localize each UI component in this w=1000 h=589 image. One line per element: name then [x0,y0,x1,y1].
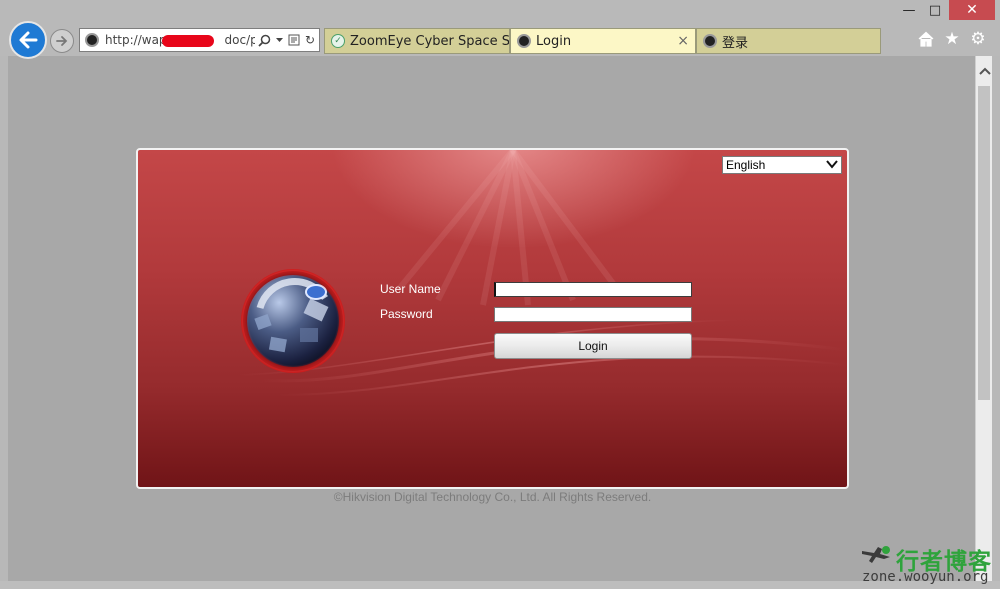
arrow-left-icon [19,31,38,49]
vertical-scrollbar[interactable] [975,56,992,581]
arrow-right-icon [56,36,68,46]
copyright-text: ©Hikvision Digital Technology Co., Ltd. … [333,490,652,504]
close-tab-icon[interactable]: × [677,33,689,49]
compatibility-view-icon[interactable] [288,34,300,46]
tab-login[interactable]: Login × [510,28,696,54]
login-button[interactable]: Login [494,333,692,359]
search-icon[interactable] [258,34,271,47]
url-text[interactable]: http://wap doc/pa [105,33,255,47]
tab-label: Login [536,33,572,49]
username-label: User Name [380,282,441,296]
watermark-url: zone.wooyun.org [862,569,989,585]
home-icon[interactable] [917,30,935,48]
tab-login-chinese[interactable]: 登录 [696,28,881,54]
camera-icon [703,34,717,48]
language-select[interactable]: English [722,156,842,174]
scroll-thumb[interactable] [978,86,990,400]
favorites-star-icon[interactable]: ★ [943,29,961,49]
login-panel: English User Name Password Login [136,148,849,489]
password-label: Password [380,307,433,321]
url-suffix: doc/pa [224,33,255,47]
back-button[interactable] [9,21,47,59]
username-input[interactable] [494,282,692,297]
url-prefix: http://wap [105,33,167,47]
title-bar: — □ ✕ [0,0,1000,24]
walker-blog-logo-icon [862,546,890,563]
password-input[interactable] [494,307,692,322]
hikvision-sphere-logo [241,269,345,373]
chevron-down-icon [826,160,838,169]
forward-button[interactable] [50,29,74,53]
browser-nav-icons: ★ ⚙ [917,29,987,49]
dropdown-arrow-icon[interactable] [276,37,283,43]
address-bar[interactable]: http://wap doc/pa ↻ [79,28,320,52]
zoomeye-icon: ✓ [331,34,345,48]
close-window-button[interactable]: ✕ [949,0,995,20]
redaction-mark [162,35,214,47]
maximize-button[interactable]: □ [923,0,947,20]
refresh-icon[interactable]: ↻ [305,33,315,47]
language-value: English [726,158,766,172]
tab-label: ZoomEye Cyber Space Se... [350,33,510,49]
status-bar [0,581,1000,589]
tab-zoomeye[interactable]: ✓ ZoomEye Cyber Space Se... [324,28,510,54]
scroll-up-icon[interactable] [976,64,993,78]
settings-gear-icon[interactable]: ⚙ [969,29,987,49]
site-favicon-icon [85,33,99,47]
camera-icon [517,34,531,48]
minimize-button[interactable]: — [897,0,921,20]
tab-label: 登录 [722,35,749,51]
